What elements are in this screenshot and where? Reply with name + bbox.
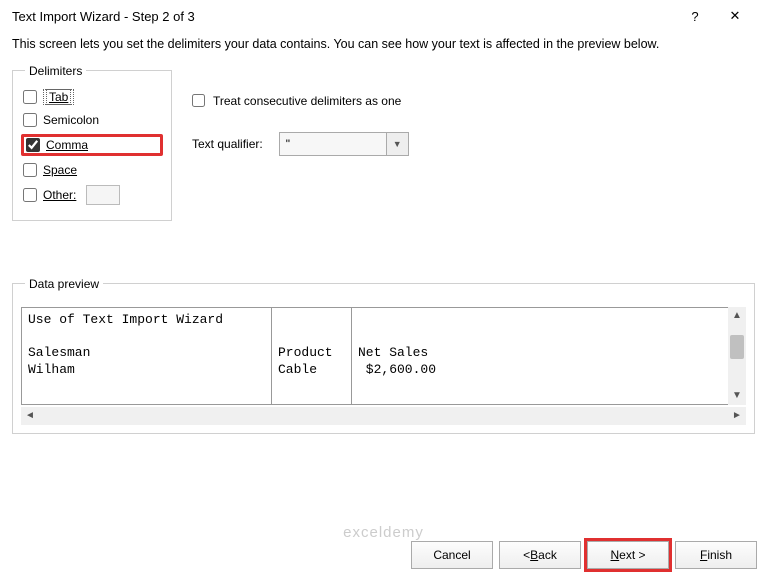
dialog-title: Text Import Wizard - Step 2 of 3 xyxy=(12,9,675,24)
delimiter-semicolon-label: Semicolon xyxy=(43,113,99,127)
scroll-right-icon[interactable]: ► xyxy=(728,407,746,425)
data-preview-group: Data preview Use of Text Import Wizard S… xyxy=(12,277,755,434)
delimiter-comma-label: Comma xyxy=(46,138,88,152)
preview-col-2: Product Cable xyxy=(272,308,352,404)
delimiter-semicolon-option[interactable]: Semicolon xyxy=(21,112,163,128)
cancel-button[interactable]: Cancel xyxy=(411,541,493,569)
delimiter-space-label: Space xyxy=(43,163,77,177)
vertical-scrollbar[interactable]: ▲ ▼ xyxy=(728,307,746,405)
horizontal-scrollbar[interactable]: ◄ ► xyxy=(21,407,746,425)
scroll-track[interactable] xyxy=(728,325,746,387)
chevron-down-icon[interactable]: ▼ xyxy=(386,133,408,155)
delimiter-comma-option[interactable]: Comma xyxy=(21,134,163,156)
text-qualifier-value: " xyxy=(280,137,386,151)
delimiters-group: Delimiters Tab Semicolon Comma Space Oth… xyxy=(12,64,172,221)
delimiter-comma-checkbox[interactable] xyxy=(26,138,40,152)
data-preview-legend: Data preview xyxy=(25,277,103,291)
scroll-up-icon[interactable]: ▲ xyxy=(728,307,746,325)
scroll-left-icon[interactable]: ◄ xyxy=(21,407,39,425)
delimiter-options: Treat consecutive delimiters as one Text… xyxy=(192,64,755,156)
delimiter-semicolon-checkbox[interactable] xyxy=(23,113,37,127)
delimiter-other-input[interactable] xyxy=(86,185,120,205)
back-button[interactable]: < Back xyxy=(499,541,581,569)
delimiter-space-option[interactable]: Space xyxy=(21,162,163,178)
hscroll-track[interactable] xyxy=(39,407,728,425)
scroll-down-icon[interactable]: ▼ xyxy=(728,387,746,405)
delimiter-tab-checkbox[interactable] xyxy=(23,90,37,104)
delimiters-legend: Delimiters xyxy=(25,64,86,78)
treat-consecutive-checkbox[interactable] xyxy=(192,94,205,107)
delimiter-other-label: Other: xyxy=(43,188,76,202)
delimiter-other-option[interactable]: Other: xyxy=(21,184,163,206)
scroll-thumb[interactable] xyxy=(730,335,744,359)
watermark: exceldemy xyxy=(343,524,424,541)
text-qualifier-select[interactable]: " ▼ xyxy=(279,132,409,156)
delimiter-other-checkbox[interactable] xyxy=(23,188,37,202)
help-button[interactable]: ? xyxy=(675,9,715,24)
preview-col-3: Net Sales $2,600.00 xyxy=(352,308,745,404)
text-qualifier-label: Text qualifier: xyxy=(192,137,263,151)
delimiter-tab-option[interactable]: Tab xyxy=(21,88,163,106)
delimiter-space-checkbox[interactable] xyxy=(23,163,37,177)
dialog-button-row: Cancel < Back Next > Finish xyxy=(411,541,757,569)
dialog-description: This screen lets you set the delimiters … xyxy=(0,30,767,64)
close-button[interactable]: ✕ xyxy=(715,8,755,24)
data-preview-grid: Use of Text Import Wizard Salesman Wilha… xyxy=(21,307,746,405)
finish-button[interactable]: Finish xyxy=(675,541,757,569)
delimiter-tab-label: Tab xyxy=(46,89,71,105)
dialog-titlebar: Text Import Wizard - Step 2 of 3 ? ✕ xyxy=(0,0,767,30)
treat-consecutive-option[interactable]: Treat consecutive delimiters as one xyxy=(192,94,755,108)
preview-col-1: Use of Text Import Wizard Salesman Wilha… xyxy=(22,308,272,404)
treat-consecutive-label: Treat consecutive delimiters as one xyxy=(213,94,401,108)
next-button[interactable]: Next > xyxy=(587,541,669,569)
